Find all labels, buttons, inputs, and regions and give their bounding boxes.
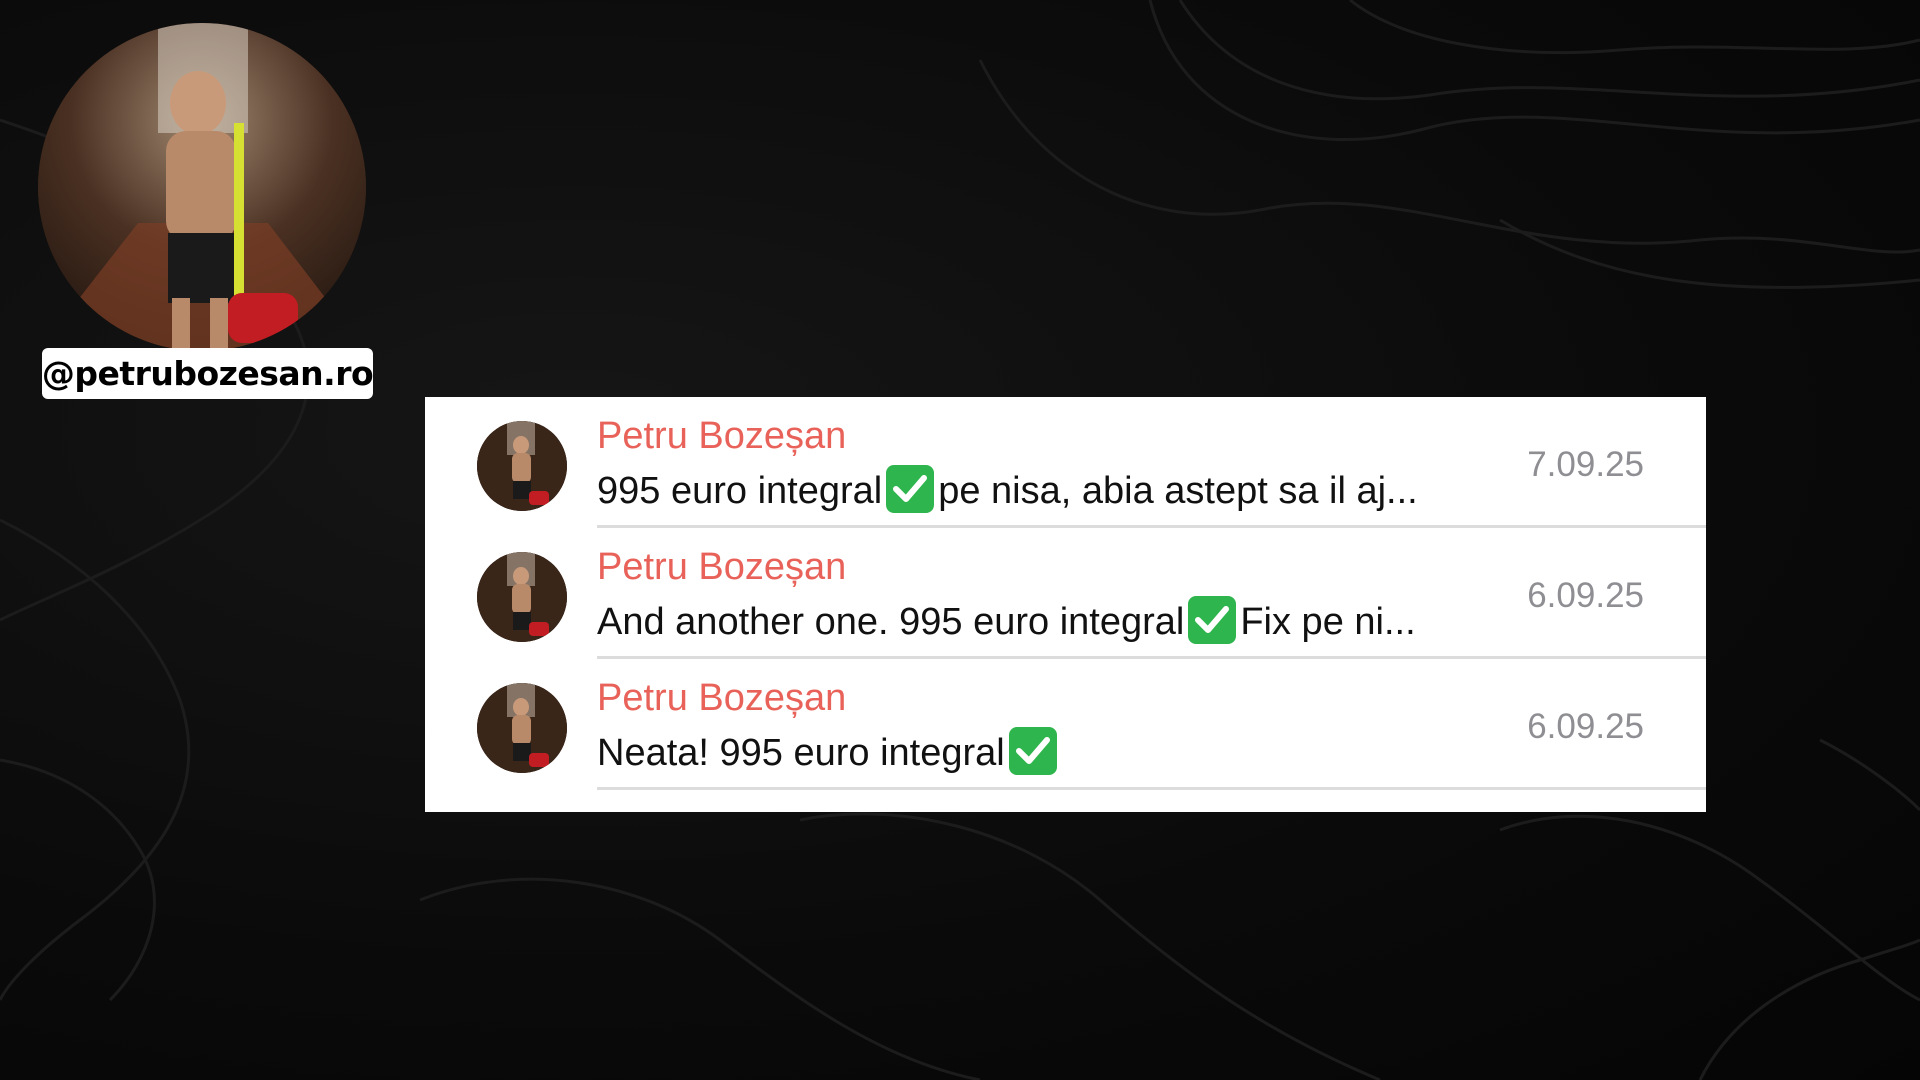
message-preview-text: 995 euro integral [597, 469, 883, 512]
row-divider [597, 787, 1706, 790]
message-date: 7.09.25 [1527, 445, 1644, 484]
chat-list-item[interactable]: Petru Bozeșan 995 euro integral pe nisa,… [425, 397, 1706, 528]
chat-list-item[interactable]: Petru Bozeșan And another one. 995 euro … [425, 528, 1706, 659]
sender-avatar-icon [477, 421, 567, 511]
sender-name: Petru Bozeșan [597, 415, 847, 457]
message-preview: And another one. 995 euro integral Fix p… [597, 596, 1416, 646]
message-preview-text: Neata! 995 euro integral [597, 731, 1005, 774]
message-preview-text-rest: Fix pe ni... [1240, 600, 1416, 643]
sender-name: Petru Bozeșan [597, 677, 847, 719]
sender-name: Petru Bozeșan [597, 546, 847, 588]
chat-list-item[interactable]: Petru Bozeșan Neata! 995 euro integral 6… [425, 659, 1706, 790]
message-preview-text-rest: pe nisa, abia astept sa il aj... [938, 469, 1418, 512]
check-mark-icon [1188, 596, 1237, 644]
check-mark-icon [886, 465, 935, 513]
sender-avatar-icon [477, 552, 567, 642]
message-date: 6.09.25 [1527, 707, 1644, 746]
message-preview: 995 euro integral pe nisa, abia astept s… [597, 465, 1418, 515]
profile-photo-icon [38, 23, 366, 351]
background-stage: @petrubozesan.ro Petru Bozeșan 995 euro … [0, 0, 1920, 1080]
message-preview: Neata! 995 euro integral [597, 727, 1061, 777]
chat-list: Petru Bozeșan 995 euro integral pe nisa,… [425, 397, 1706, 812]
profile-handle: @petrubozesan.ro [42, 348, 374, 399]
message-date: 6.09.25 [1527, 576, 1644, 615]
check-mark-icon [1008, 727, 1057, 775]
message-preview-text: And another one. 995 euro integral [597, 600, 1185, 643]
sender-avatar-icon [477, 683, 567, 773]
